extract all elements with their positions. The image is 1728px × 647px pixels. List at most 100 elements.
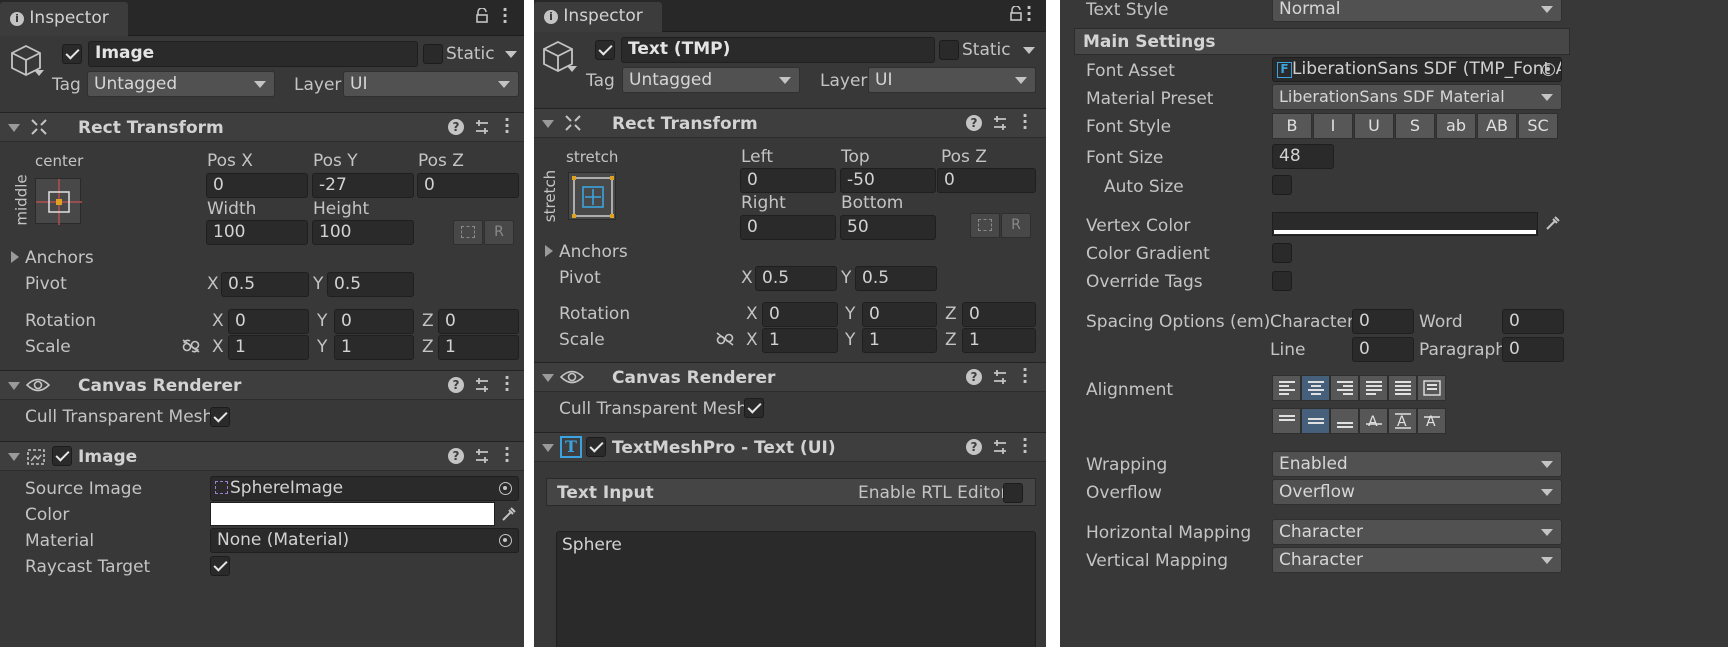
textmeshpro-header[interactable]: T TextMeshPro - Text (UI) ? · · · <box>534 432 1046 462</box>
material-preset-dropdown[interactable]: LiberationSans SDF Material <box>1272 84 1562 110</box>
rot-z-field[interactable]: 0 <box>962 302 1036 327</box>
cull-transparent-mesh-checkbox[interactable] <box>744 398 764 418</box>
rect-transform-header[interactable]: Rect Transform ? · · · <box>0 112 524 142</box>
kebab-menu-icon[interactable]: · · · <box>1022 362 1028 390</box>
anchor-presets-button[interactable] <box>568 172 616 220</box>
raw-edit-button[interactable]: R <box>484 220 514 245</box>
font-size-field[interactable]: 48 <box>1272 144 1334 169</box>
posz-field[interactable]: 0 <box>937 168 1036 193</box>
font-style-underline-button[interactable]: U <box>1354 113 1394 139</box>
posz-field[interactable]: 0 <box>417 173 519 198</box>
raw-edit-button[interactable]: R <box>1001 213 1031 238</box>
anchors-label[interactable]: Anchors <box>25 248 94 268</box>
scale-y-field[interactable]: 1 <box>334 335 414 360</box>
align-justified-button[interactable] <box>1359 375 1388 401</box>
align-left-button[interactable] <box>1272 375 1301 401</box>
align-right-button[interactable] <box>1330 375 1359 401</box>
canvas-renderer-header[interactable]: Canvas Renderer ? · · · <box>534 362 1046 392</box>
object-picker-icon[interactable] <box>1542 63 1555 76</box>
textmeshpro-enabled-checkbox[interactable] <box>586 437 606 457</box>
anchor-presets-button[interactable] <box>35 178 82 225</box>
raycast-target-checkbox[interactable] <box>210 556 230 576</box>
align-middle-button[interactable] <box>1301 408 1330 434</box>
static-checkbox[interactable] <box>939 40 959 60</box>
preset-icon[interactable] <box>474 447 490 470</box>
font-style-uppercase-button[interactable]: AB <box>1477 113 1517 139</box>
word-spacing-field[interactable]: 0 <box>1502 309 1564 334</box>
preset-icon[interactable] <box>474 376 490 399</box>
override-tags-checkbox[interactable] <box>1272 271 1292 291</box>
scale-y-field[interactable]: 1 <box>862 328 937 353</box>
align-baseline-button[interactable]: A <box>1359 408 1388 434</box>
posx-field[interactable]: 0 <box>206 173 308 198</box>
width-field[interactable]: 100 <box>206 220 308 245</box>
kebab-menu-icon[interactable]: · · · <box>1026 0 1032 28</box>
image-enabled-checkbox[interactable] <box>52 446 72 466</box>
color-swatch[interactable] <box>210 502 495 526</box>
anchors-label[interactable]: Anchors <box>559 242 628 262</box>
rtl-editor-checkbox[interactable] <box>1003 483 1023 503</box>
align-midline-button[interactable]: A <box>1388 408 1417 434</box>
rot-y-field[interactable]: 0 <box>862 302 937 327</box>
static-checkbox[interactable] <box>423 44 443 64</box>
active-checkbox[interactable] <box>62 44 82 64</box>
layer-dropdown[interactable]: UI <box>868 67 1036 93</box>
image-component-header[interactable]: Image ? · · · <box>0 441 524 471</box>
vertical-mapping-dropdown[interactable]: Character <box>1272 547 1562 573</box>
preset-icon[interactable] <box>474 118 490 141</box>
cube-dropdown-arrow[interactable] <box>34 70 44 76</box>
align-bottom-button[interactable] <box>1330 408 1359 434</box>
font-style-italic-button[interactable]: I <box>1313 113 1353 139</box>
overflow-dropdown[interactable]: Overflow <box>1272 479 1562 505</box>
top-field[interactable]: -50 <box>840 168 936 193</box>
kebab-menu-icon[interactable]: · · · <box>1022 108 1028 136</box>
eyedropper-icon[interactable] <box>500 505 516 528</box>
active-checkbox[interactable] <box>595 40 615 60</box>
color-gradient-checkbox[interactable] <box>1272 243 1292 263</box>
blueprint-mode-button[interactable] <box>453 220 483 245</box>
preset-icon[interactable] <box>992 368 1008 391</box>
help-icon[interactable]: ? <box>448 377 464 393</box>
scale-z-field[interactable]: 1 <box>438 335 519 360</box>
help-icon[interactable]: ? <box>448 448 464 464</box>
left-field[interactable]: 0 <box>740 168 836 193</box>
font-style-smallcaps-button[interactable]: SC <box>1518 113 1558 139</box>
blueprint-mode-button[interactable] <box>970 213 1000 238</box>
rot-z-field[interactable]: 0 <box>438 309 519 334</box>
kebab-menu-icon[interactable]: · · · <box>504 112 510 140</box>
kebab-menu-icon[interactable]: · · · <box>1022 432 1028 460</box>
object-name-field[interactable]: Image <box>88 41 418 67</box>
kebab-menu-icon[interactable]: · · · <box>504 370 510 398</box>
font-style-lowercase-button[interactable]: ab <box>1436 113 1476 139</box>
lock-icon[interactable] <box>1010 5 1022 26</box>
paragraph-spacing-field[interactable]: 0 <box>1502 337 1564 362</box>
tab-inspector[interactable]: i Inspector <box>534 2 662 32</box>
pivot-x-field[interactable]: 0.5 <box>755 266 837 291</box>
constrain-proportions-icon[interactable] <box>715 331 735 352</box>
align-center-button[interactable] <box>1301 375 1330 401</box>
kebab-menu-icon[interactable]: · · · <box>504 441 510 469</box>
help-icon[interactable]: ? <box>966 115 982 131</box>
font-style-strikethrough-button[interactable]: S <box>1395 113 1435 139</box>
help-icon[interactable]: ? <box>966 369 982 385</box>
constrain-proportions-icon[interactable] <box>181 338 201 359</box>
object-picker-icon[interactable] <box>499 534 512 547</box>
rot-x-field[interactable]: 0 <box>228 309 309 334</box>
text-input-area[interactable]: Sphere <box>556 531 1036 647</box>
scale-x-field[interactable]: 1 <box>762 328 838 353</box>
static-dropdown-arrow[interactable] <box>1023 47 1035 54</box>
pivot-y-field[interactable]: 0.5 <box>855 266 937 291</box>
line-spacing-field[interactable]: 0 <box>1352 337 1414 362</box>
scale-z-field[interactable]: 1 <box>962 328 1036 353</box>
rot-y-field[interactable]: 0 <box>334 309 414 334</box>
preset-icon[interactable] <box>992 114 1008 137</box>
pivot-x-field[interactable]: 0.5 <box>221 272 309 297</box>
help-icon[interactable]: ? <box>966 439 982 455</box>
align-geometry-center-button[interactable] <box>1417 375 1446 401</box>
static-dropdown-arrow[interactable] <box>505 51 517 58</box>
anchors-foldout-arrow[interactable] <box>545 245 553 257</box>
eyedropper-icon[interactable] <box>1544 214 1560 237</box>
align-flush-button[interactable] <box>1388 375 1417 401</box>
right-field[interactable]: 0 <box>740 215 836 240</box>
lock-icon[interactable] <box>476 7 488 23</box>
